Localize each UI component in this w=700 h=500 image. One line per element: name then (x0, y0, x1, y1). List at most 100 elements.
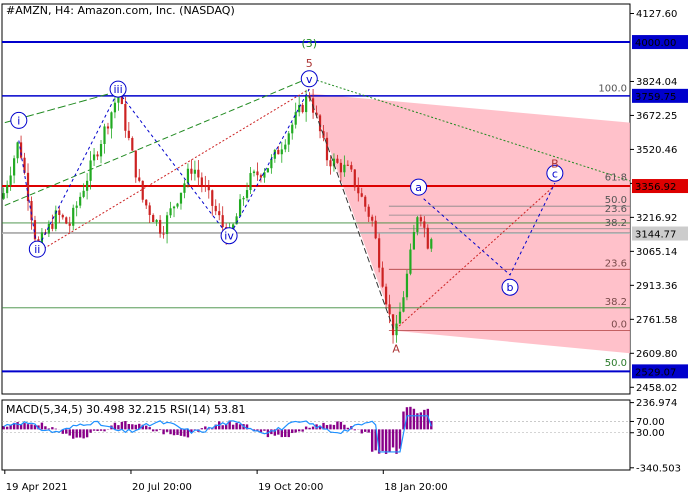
candle-body (364, 196, 367, 207)
candle-body (305, 95, 308, 113)
candle-body (103, 126, 106, 145)
macd-bar (384, 429, 388, 454)
candle-body (259, 175, 263, 178)
candle-body (294, 112, 297, 125)
macd-bar (329, 424, 332, 430)
macd-bar (183, 429, 186, 437)
candle-body (301, 104, 304, 113)
candle-body (106, 126, 110, 129)
macd-bar (124, 421, 127, 430)
candle-body (13, 158, 16, 176)
macd-bar (103, 429, 106, 432)
candle-body (124, 103, 127, 131)
macd-bar (68, 429, 71, 436)
candle-body (113, 102, 117, 113)
price-tick-label-9: 2609.80 (636, 349, 677, 360)
wave-label-0: i (17, 114, 20, 127)
macd-bar (409, 406, 412, 430)
candle-body (419, 217, 422, 222)
candle-body (9, 175, 12, 185)
macd-bar (284, 429, 287, 437)
macd-bar (162, 429, 165, 435)
candle-body (245, 190, 249, 198)
macd-bar (65, 429, 68, 434)
price-tick-label-3: 3520.46 (636, 145, 677, 156)
fib-label-0: 61.8 (605, 173, 627, 184)
candle-body (110, 112, 113, 129)
x-tick-label-0: 19 Apr 2021 (6, 482, 68, 493)
candle-body (16, 142, 19, 159)
candle-body (423, 221, 426, 228)
macd-tick-label-1: 70.00 (636, 417, 665, 428)
price-tick-label-1: 3824.04 (636, 77, 677, 88)
candle-body (426, 227, 429, 249)
macd-bar (75, 429, 78, 438)
candle-body (263, 172, 266, 178)
candle-body (336, 158, 339, 163)
macd-bar (291, 429, 294, 434)
fib-label-8: 50.0 (605, 358, 627, 369)
level-box-label-4: 2529.07 (635, 367, 676, 378)
x-tick-label-1: 20 Jul 20:00 (132, 482, 192, 493)
macd-bar (127, 424, 131, 430)
macd-bar (54, 428, 58, 430)
candle-body (367, 206, 370, 217)
candle-body (82, 190, 85, 197)
candle-body (218, 211, 221, 216)
macd-bar (367, 429, 370, 433)
macd-bar (343, 424, 346, 430)
fib-label-4: 23.6 (605, 258, 627, 269)
candle-body (51, 223, 54, 229)
wave-label-6: b (507, 281, 514, 294)
candle-body (329, 160, 332, 167)
macd-bar (151, 429, 155, 432)
fib-label-6: 0.0 (611, 320, 627, 331)
macd-bar (221, 425, 224, 430)
candle-body (249, 173, 252, 191)
macd-bar (120, 421, 124, 430)
wave-label-11: B (551, 158, 559, 171)
macd-bar (176, 429, 179, 435)
candle-body (412, 232, 416, 250)
macd-bar (263, 429, 266, 431)
candle-body (388, 304, 391, 315)
candle-body (79, 196, 82, 206)
candle-body (19, 142, 23, 158)
macd-bar (158, 429, 162, 431)
candle-body (152, 215, 155, 223)
candle-body (92, 154, 96, 161)
level-box-label-0: 4000.00 (635, 38, 676, 49)
macd-tick-label-0: 236.974 (636, 398, 677, 409)
candle-body (378, 238, 381, 268)
chart-title: #AMZN, H4: Amazon.com, Inc. (NASDAQ) (6, 4, 235, 17)
candle-body (207, 186, 210, 191)
price-chart[interactable]: iiiiiiivvabc(3)5AB61.850.023.638.223.638… (0, 0, 700, 500)
macd-bar (200, 428, 204, 430)
candle-body (357, 187, 360, 194)
candle-body (68, 223, 71, 226)
candle-body (159, 219, 162, 234)
macd-bar (336, 421, 339, 430)
macd-bar (381, 429, 384, 452)
wave-label-10: A (392, 342, 400, 355)
candle-body (165, 215, 169, 235)
macd-bar (148, 427, 151, 430)
candle-body (416, 217, 419, 233)
candle-body (214, 205, 217, 212)
candle-body (409, 249, 412, 274)
macd-bar (339, 421, 343, 430)
price-tick-label-10: 2458.02 (636, 383, 677, 394)
macd-bar (294, 429, 297, 433)
macd-tick-label-2: 30.00 (636, 428, 665, 439)
macd-bar (388, 429, 391, 453)
candle-body (190, 168, 193, 174)
macd-bar (96, 429, 99, 432)
candle-body (221, 215, 224, 227)
macd-bar (92, 429, 96, 431)
candle-body (65, 217, 68, 224)
macd-bar (179, 429, 183, 436)
candle-body (339, 162, 342, 173)
candle-body (172, 206, 176, 209)
macd-bar (364, 429, 367, 432)
candle-body (350, 165, 353, 170)
